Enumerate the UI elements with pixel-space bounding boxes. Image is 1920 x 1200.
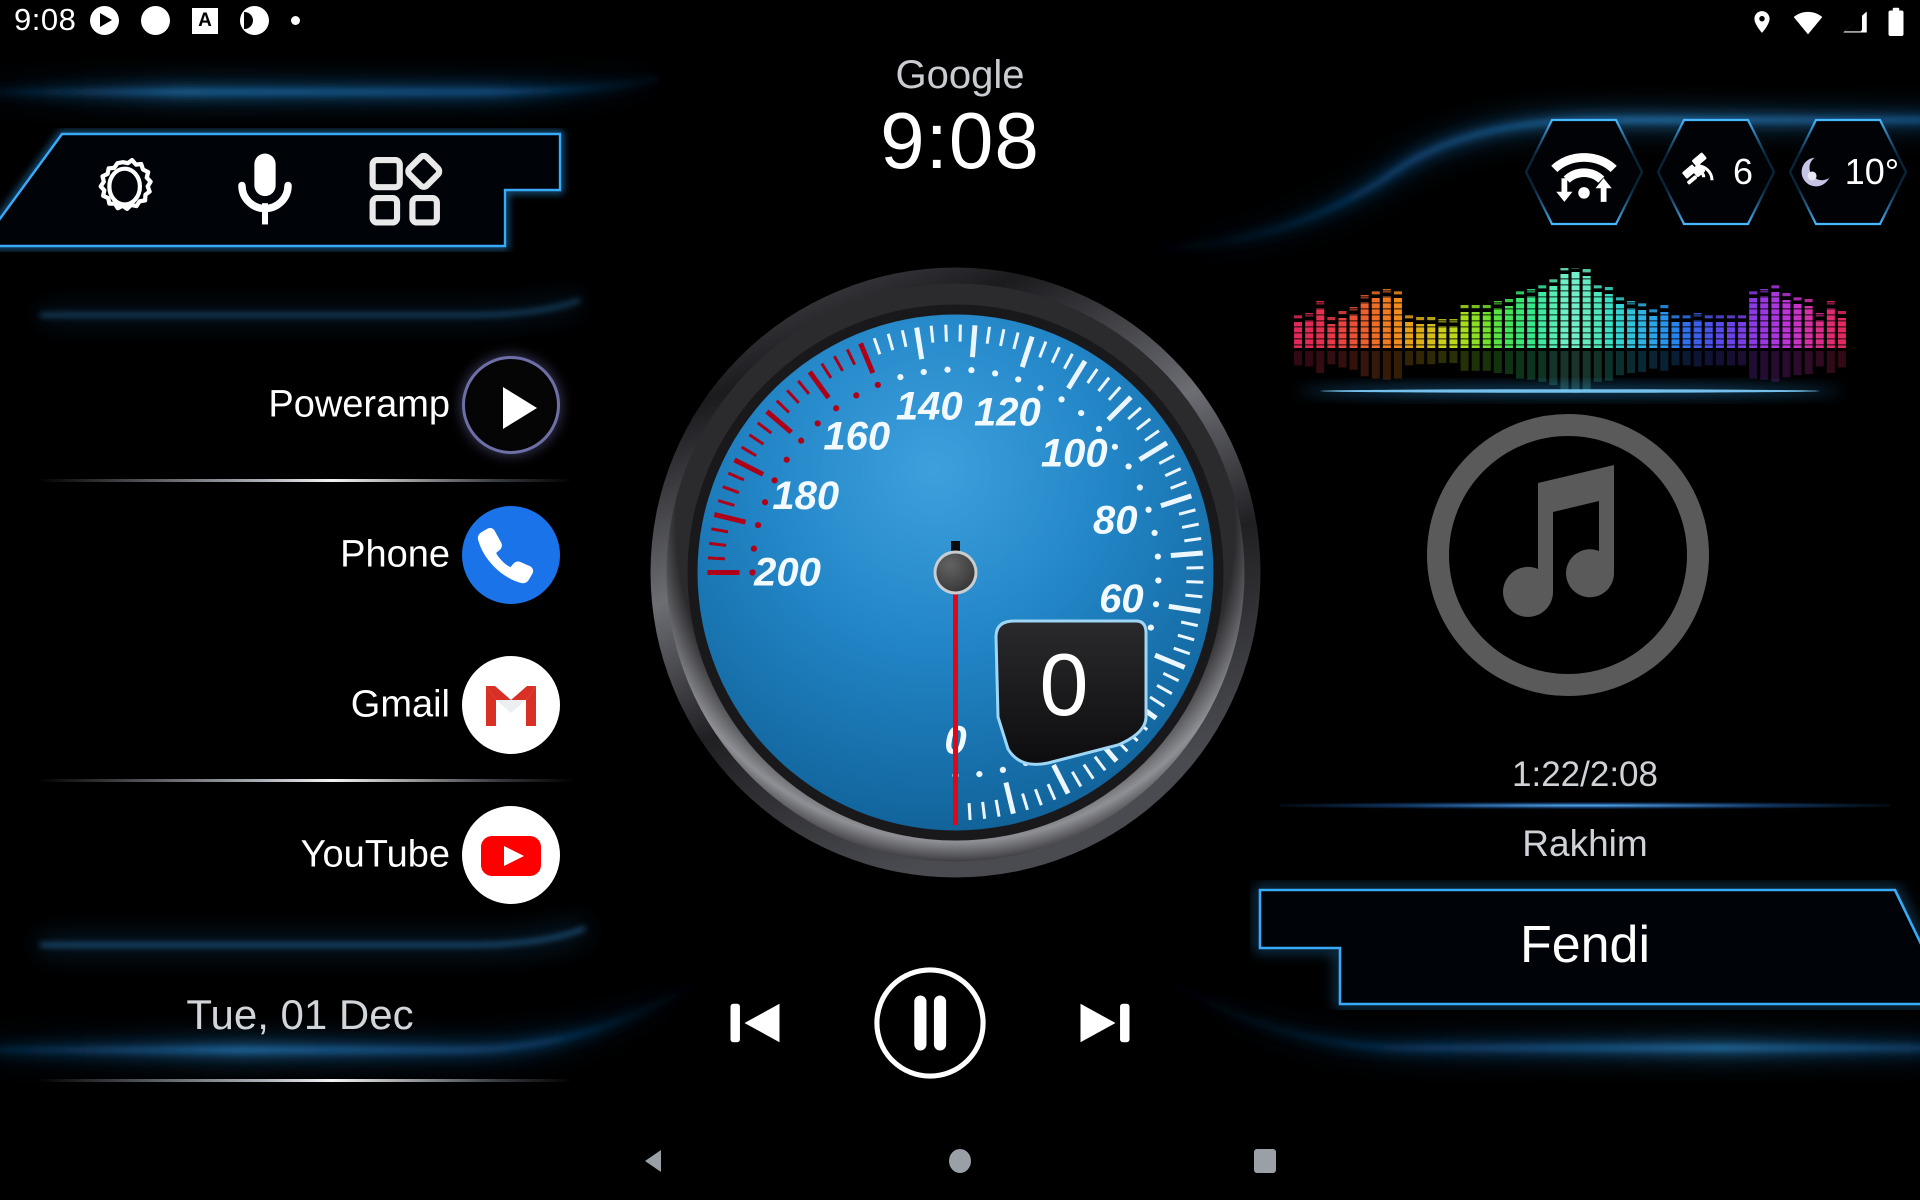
wifi-icon	[1793, 11, 1823, 35]
track-info: 1:22/2:08 Rakhim	[1265, 755, 1905, 865]
wifi-updown-icon	[1551, 153, 1617, 202]
equalizer-bars	[1285, 265, 1855, 393]
list-item[interactable]: YouTube	[0, 780, 580, 930]
pause-icon	[874, 966, 986, 1079]
quick-control-panel	[0, 128, 570, 252]
app-badge-a-icon: A	[192, 7, 218, 34]
gauge-label-140: 140	[896, 385, 963, 429]
skip-next-icon	[1080, 1003, 1130, 1042]
track-elapsed-total: 1:22/2:08	[1512, 755, 1658, 794]
notification-blob-icon	[240, 6, 269, 35]
voice-assistant-button[interactable]	[222, 146, 308, 232]
speed-digital-readout: 0	[1040, 635, 1089, 734]
phone-handset-icon	[462, 506, 560, 604]
gps-satellite-count: 6	[1732, 151, 1754, 192]
small-dot-icon	[291, 16, 300, 25]
skip-previous-icon	[730, 1003, 780, 1042]
nav-back-button[interactable]	[625, 1131, 685, 1191]
settings-gear-button[interactable]	[80, 146, 166, 232]
app-label-gmail: Gmail	[350, 683, 450, 726]
home-circle-icon	[949, 1149, 971, 1173]
gauge-label-100: 100	[1041, 432, 1108, 476]
nav-recents-button[interactable]	[1235, 1131, 1295, 1191]
clock-source-label: Google	[895, 53, 1025, 97]
clock-time: 9:08	[880, 96, 1040, 185]
youtube-play-icon	[462, 806, 560, 904]
list-item[interactable]: Phone	[0, 480, 580, 782]
speedometer-svg: 020406080100120140160180200 0	[650, 267, 1261, 878]
clock-widget[interactable]: Google 9:08	[660, 54, 1260, 186]
media-transport-controls	[720, 960, 1140, 1085]
play-pause-button[interactable]	[871, 964, 989, 1082]
status-clock: 9:08	[14, 2, 77, 37]
track-title-panel: Fendi	[1250, 880, 1920, 1010]
gauge-label-180: 180	[772, 474, 839, 518]
gauge-label-200: 200	[753, 551, 821, 595]
next-track-button[interactable]	[1070, 988, 1140, 1058]
vehicle-status-hex-row: 6 10°	[1524, 116, 1908, 228]
app-label-phone: Phone	[340, 533, 450, 576]
gear-icon	[98, 157, 153, 211]
album-art-placeholder[interactable]	[1418, 405, 1718, 705]
gps-satellites-hex[interactable]: 6	[1656, 116, 1776, 228]
signal-icon	[1843, 11, 1867, 33]
gauge-label-60: 60	[1099, 577, 1144, 621]
music-note-icon	[1427, 414, 1709, 696]
android-navigation-bar	[0, 1122, 1920, 1200]
date-text: Tue, 01 Dec	[186, 991, 414, 1038]
track-artist: Rakhim	[1522, 823, 1648, 864]
track-title: Fendi	[1519, 916, 1651, 974]
app-icon-poweramp[interactable]	[462, 356, 560, 454]
gmail-envelope-icon	[462, 656, 560, 754]
audio-spectrum-visualizer	[1285, 265, 1855, 396]
control-panel-buttons	[80, 142, 450, 236]
location-pin-icon	[1754, 11, 1770, 33]
status-system-icons	[1749, 7, 1906, 37]
nav-home-button[interactable]	[930, 1131, 990, 1191]
weather-temperature: 10°	[1844, 151, 1900, 192]
status-notification-icons: A	[90, 6, 300, 35]
app-icon-phone[interactable]	[462, 506, 560, 604]
list-item[interactable]: Poweramp	[0, 330, 580, 482]
weather-hex[interactable]: 10°	[1788, 116, 1908, 228]
car-launcher-home: 9:08 A Poweramp Phone Gmail YouTube Tue,…	[0, 0, 1920, 1200]
moon-icon	[1801, 157, 1829, 187]
previous-track-button[interactable]	[720, 988, 790, 1058]
play-circle-icon	[90, 6, 119, 35]
gauge-label-80: 80	[1093, 499, 1138, 543]
app-grid-icon	[369, 152, 443, 226]
back-triangle-icon	[645, 1150, 661, 1172]
app-icon-gmail[interactable]	[462, 656, 560, 754]
list-separator	[38, 1079, 573, 1082]
battery-icon	[1888, 7, 1904, 36]
microphone-icon	[238, 153, 292, 225]
gauge-label-160: 160	[823, 415, 890, 459]
date-display: Tue, 01 Dec	[0, 975, 600, 1055]
progress-glow-line	[1280, 802, 1890, 809]
app-drawer-button[interactable]	[364, 146, 450, 232]
app-shortcut-list: Poweramp Phone Gmail YouTube	[0, 330, 580, 1082]
speedometer-gauge: 020406080100120140160180200 0	[648, 265, 1263, 880]
dot-circle-icon	[141, 6, 170, 35]
app-label-poweramp: Poweramp	[268, 383, 450, 426]
poweramp-play-icon	[462, 356, 560, 454]
wifi-transfer-hex[interactable]	[1524, 116, 1644, 228]
equalizer-glow-line	[1298, 386, 1842, 396]
app-icon-youtube[interactable]	[462, 806, 560, 904]
system-status-bar: 9:08 A	[0, 0, 1920, 46]
satellite-icon	[1682, 152, 1714, 185]
recents-square-icon	[1254, 1149, 1276, 1173]
app-label-youtube: YouTube	[300, 833, 450, 876]
list-item[interactable]: Gmail	[0, 630, 580, 1082]
gauge-label-120: 120	[974, 391, 1041, 435]
